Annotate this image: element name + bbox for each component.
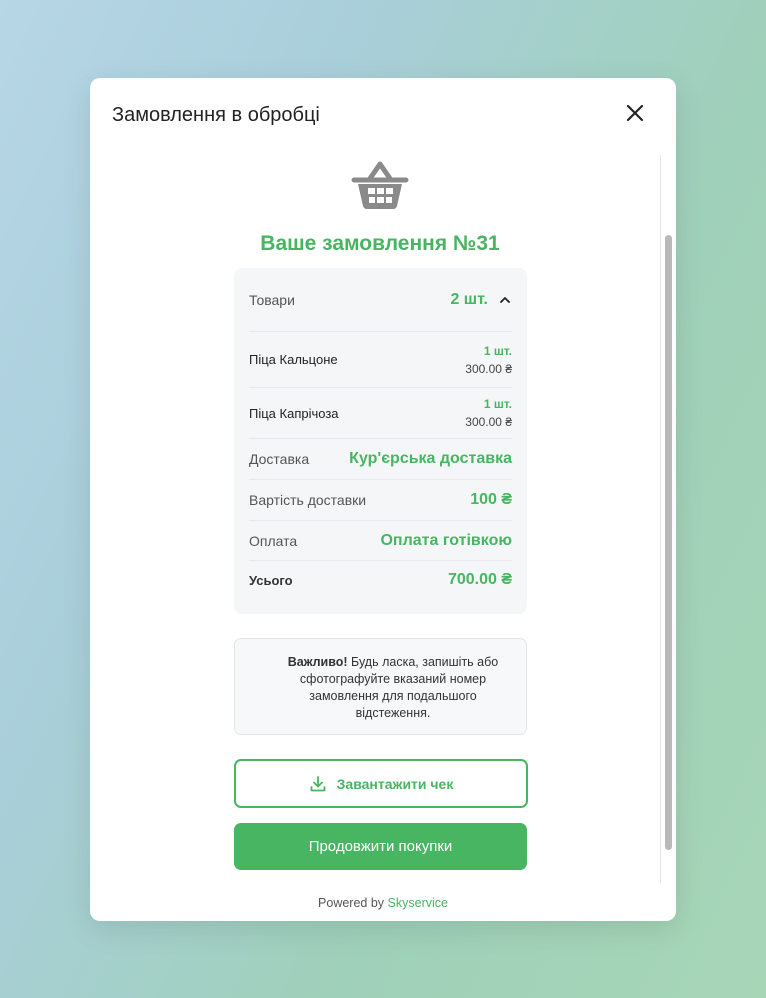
item-qty: 1 шт. [483,397,512,411]
item-price: 300.00 ₴ [465,361,512,376]
scrollbar[interactable] [660,155,673,883]
total-value: 700.00 ₴ [447,571,512,588]
basket-icon [351,161,409,209]
payment-label: Оплата [249,532,298,549]
chevron-up-icon[interactable] [498,293,512,307]
close-button[interactable] [622,100,648,126]
delivery-cost-label: Вартість доставки [249,492,367,508]
powered-by: Powered by Skyservice [90,896,676,910]
important-note: Важливо! Будь ласка, запишіть або сфотог… [234,638,527,735]
download-icon [310,775,326,791]
order-summary-panel: Товари 2 шт. Піца Кальцоне 1 шт. 300.00 … [234,268,527,614]
total-label: Усього [249,572,293,588]
modal-title: Замовлення в обробці [112,104,320,126]
download-receipt-button[interactable]: Завантажити чек [234,759,528,808]
continue-shopping-label: Продовжити покупки [308,838,453,855]
note-text: Важливо! Будь ласка, запишіть або сфотог… [273,654,513,722]
powered-by-text: Powered by [318,896,385,910]
continue-shopping-button[interactable]: Продовжити покупки [234,823,527,870]
close-icon[interactable] [622,100,648,126]
payment-value: Оплата готівкою [380,531,512,549]
order-number-heading: Ваше замовлення №31 [260,232,500,255]
item-name: Піца Капрічоза [249,405,339,421]
items-count: 2 шт. [450,290,488,308]
download-receipt-label: Завантажити чек [336,775,454,792]
items-row: Товари 2 шт. [249,268,512,332]
delivery-value: Кур'єрська доставка [349,450,512,467]
order-modal: Замовлення в обробці Ваше замовлення №31… [90,78,676,921]
delivery-row: Доставка Кур'єрська доставка [249,439,512,480]
payment-row: Оплата Оплата готівкою [249,521,512,561]
note-bold: Важливо! [287,655,348,669]
brand-link[interactable]: Skyservice [388,896,448,910]
item-qty: 1 шт. [483,343,512,358]
list-item: Піца Кальцоне 1 шт. 300.00 ₴ [249,332,512,388]
item-price: 300.00 ₴ [465,415,512,429]
items-label: Товари [249,291,295,308]
items-toggle[interactable]: 2 шт. [450,291,512,309]
delivery-label: Доставка [249,451,310,467]
list-item: Піца Капрічоза 1 шт. 300.00 ₴ [249,388,512,439]
total-row: Усього 700.00 ₴ [249,561,512,599]
scrollbar-thumb[interactable] [665,235,672,850]
delivery-cost-row: Вартість доставки 100 ₴ [249,480,512,521]
item-name: Піца Кальцоне [249,352,338,367]
delivery-cost-value: 100 ₴ [470,491,512,508]
